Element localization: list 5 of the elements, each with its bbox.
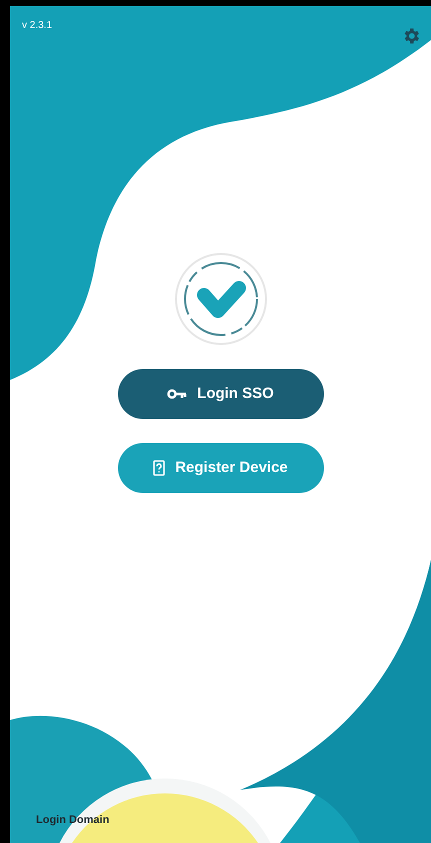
- version-label: v 2.3.1: [22, 19, 52, 33]
- key-icon: [167, 388, 188, 400]
- checkmark-logo-icon: [174, 253, 266, 345]
- login-sso-button[interactable]: Login SSO: [118, 369, 324, 419]
- phone-question-icon: [153, 460, 166, 476]
